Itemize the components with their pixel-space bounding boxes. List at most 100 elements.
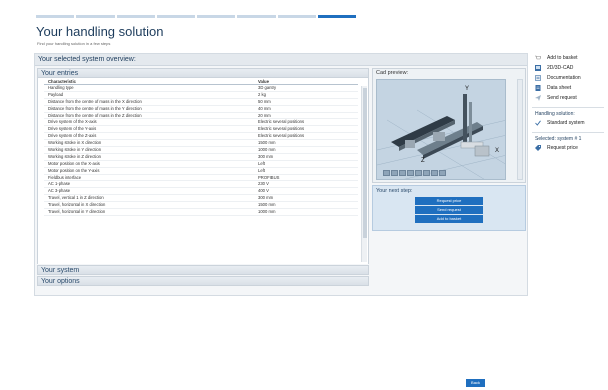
characteristic-cell: Drive system of the Z-axis [48, 133, 97, 139]
data-sheet-icon [535, 85, 541, 91]
side-view-icon[interactable] [423, 170, 430, 176]
characteristic-cell: Payload [48, 91, 64, 97]
send-request-button[interactable]: Send request [415, 206, 483, 214]
options-section-header[interactable]: Your options [37, 276, 369, 286]
value-cell: PROFIBUS [258, 174, 280, 180]
value-cell: Electric several positions [258, 133, 305, 139]
sidebar-item-cad[interactable]: 2D/3D-CAD [532, 63, 604, 73]
characteristic-cell: AC 3-phase [48, 188, 71, 194]
value-cell: 300 mm [258, 153, 274, 159]
front-view-icon[interactable] [415, 170, 422, 176]
value-cell: 400 V [258, 188, 269, 194]
value-cell: 3D gantry [258, 85, 277, 90]
cad-scrollbar[interactable] [517, 79, 523, 180]
rotate-icon[interactable] [383, 170, 390, 176]
axis-x-label: X [495, 148, 499, 154]
table-row: Drive system of the Y-axis Electric sever… [44, 126, 358, 134]
request-price-button[interactable]: Request price [415, 197, 483, 205]
value-cell: 2 kg [258, 91, 266, 97]
characteristic-cell: Travel, horizontal in Y direction [48, 209, 106, 215]
table-body: Handling type 3D gantry Payload 2 kg Distanc… [38, 85, 368, 216]
send-icon [535, 95, 541, 101]
sidebar-item-label: Data sheet [547, 85, 572, 91]
step-progress-bar [36, 15, 356, 18]
table-row: Travel, horizontal in Y direction 1000 mm [44, 209, 358, 216]
back-button[interactable]: Back [466, 379, 485, 387]
value-cell: 40 mm [258, 105, 271, 111]
characteristic-cell: AC 1-phase [48, 181, 71, 187]
value-cell: 20 mm [258, 112, 271, 118]
table-row: Working stroke in Y direction 1000 mm [44, 147, 358, 154]
entries-section-header[interactable]: Your entries [37, 68, 369, 78]
sidebar-item-send-request[interactable]: Send request [532, 93, 604, 103]
progress-step [36, 15, 75, 18]
value-cell: 300 mm [258, 195, 274, 201]
table-scrollbar[interactable] [361, 86, 367, 262]
cad-3d-viewport[interactable]: Y Z X [376, 79, 506, 180]
value-cell: Electric several positions [258, 119, 305, 125]
system-overview-panel: Your selected system overview: Your entr… [34, 53, 528, 296]
table-row: Motor position on the X-axis Left [44, 161, 358, 168]
column-header-characteristic: Characteristic [48, 79, 76, 84]
selected-heading: Selected: system # 1 [535, 136, 582, 142]
value-cell: 1000 mm [258, 209, 276, 215]
sidebar-item-label: Documentation [547, 75, 581, 81]
value-cell: Left [258, 160, 265, 166]
table-row: Distance from the centre of mass in the … [44, 99, 358, 106]
pan-icon[interactable] [391, 170, 398, 176]
sidebar-item-label: 2D/3D-CAD [547, 65, 574, 71]
solution-heading: Handling solution: [535, 111, 575, 117]
characteristic-cell: Working stroke in Z direction [48, 153, 101, 159]
table-row: Travel, horizontal in X direction 1500 mm [44, 202, 358, 210]
iso-view-icon[interactable] [439, 170, 446, 176]
price-tag-icon [535, 145, 541, 151]
fit-view-icon[interactable] [407, 170, 414, 176]
sidebar-item-add-to-basket[interactable]: Add to basket [532, 53, 604, 63]
progress-step [317, 15, 356, 18]
characteristic-cell: Motor position on the Y-axis [48, 167, 100, 173]
table-row: Working stroke in X direction 1500 mm [44, 140, 358, 148]
value-cell: Left [258, 167, 265, 173]
table-row: Fieldbus interface PROFIBUS [44, 175, 358, 182]
page-subtitle: Find your handling solution in a few ste… [37, 41, 111, 46]
sidebar-item-standard-system[interactable]: Standard system [532, 118, 604, 128]
progress-step [116, 15, 155, 18]
checkmark-icon [535, 120, 541, 126]
characteristic-cell: Working stroke in X direction [48, 140, 102, 146]
table-row: Motor position on the Y-axis Left [44, 168, 358, 175]
table-row: AC 3-phase 400 V [44, 188, 358, 196]
table-row: Payload 2 kg [44, 92, 358, 99]
system-section-header[interactable]: Your system [37, 265, 369, 275]
scrollbar-thumb[interactable] [363, 88, 367, 238]
axis-z-label: Z [421, 158, 425, 164]
zoom-icon[interactable] [399, 170, 406, 176]
entries-table: Characteristic Value Handling type 3D gan… [37, 78, 369, 264]
characteristic-cell: Working stroke in Y direction [48, 147, 102, 153]
page-title: Your handling solution [36, 24, 164, 39]
entries-section: Your entries Characteristic Value Handli… [37, 68, 369, 297]
progress-step [237, 15, 276, 18]
cad-icon [535, 65, 541, 71]
top-view-icon[interactable] [431, 170, 438, 176]
value-cell: 1500 mm [258, 202, 276, 208]
progress-step [277, 15, 316, 18]
sidebar-item-request-price[interactable]: Request price [532, 143, 604, 153]
cad-preview-panel: Cad preview: Y Z X [372, 68, 526, 183]
sidebar-item-data-sheet[interactable]: Data sheet [532, 83, 604, 93]
characteristic-cell: Distance from the centre of mass in the … [48, 112, 142, 118]
next-step-label: Your next step: [376, 188, 413, 194]
characteristic-cell: Drive system of the X-axis [48, 119, 97, 125]
sidebar-item-documentation[interactable]: Documentation [532, 73, 604, 83]
table-row: AC 1-phase 230 V [44, 181, 358, 189]
characteristic-cell: Motor position on the X-axis [48, 160, 100, 166]
sidebar-item-label: Add to basket [547, 55, 578, 61]
characteristic-cell: Distance from the centre of mass in the … [48, 98, 142, 104]
table-header: Characteristic Value [44, 78, 358, 85]
value-cell: 1000 mm [258, 147, 276, 153]
basket-icon [535, 55, 542, 61]
add-to-basket-button[interactable]: Add to basket [415, 215, 483, 223]
table-row: Handling type 3D gantry [44, 85, 358, 92]
sidebar-item-label: Send request [547, 95, 577, 101]
value-cell: 1500 mm [258, 140, 276, 146]
axis-y-label: Y [465, 86, 469, 92]
